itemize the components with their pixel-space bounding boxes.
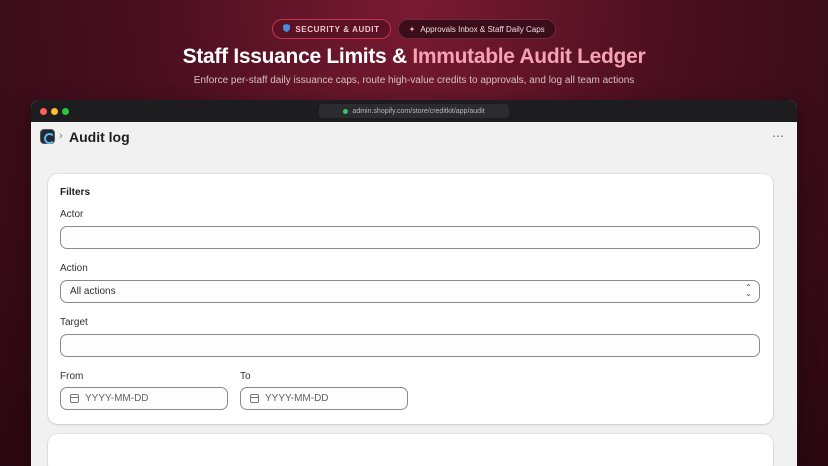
minimize-window-button[interactable] [51, 108, 58, 115]
hero-title-main: Staff Issuance Limits & [182, 45, 413, 68]
hero-section: SECURITY & AUDIT ✦ Approvals Inbox & Sta… [0, 0, 828, 100]
actor-label: Actor [60, 209, 84, 220]
from-date-placeholder: YYYY-MM-DD [85, 393, 149, 404]
filters-title: Filters [60, 187, 91, 198]
secure-lock-icon [343, 108, 349, 114]
feature-badge-label: Approvals Inbox & Staff Daily Caps [420, 24, 545, 34]
hero-title-accent: Immutable Audit Ledger [412, 45, 646, 68]
calendar-icon [70, 394, 79, 403]
browser-chrome: admin.shopify.com/store/creditkit/app/au… [31, 100, 797, 122]
to-date-placeholder: YYYY-MM-DD [265, 393, 329, 404]
feature-badge: ✦ Approvals Inbox & Staff Daily Caps [397, 19, 556, 39]
calendar-icon [250, 394, 259, 403]
action-label: Action [60, 263, 88, 274]
maximize-window-button[interactable] [62, 108, 69, 115]
audit-results-card [48, 434, 773, 466]
target-input[interactable] [60, 334, 760, 357]
from-label: From [60, 371, 84, 382]
address-bar[interactable]: admin.shopify.com/store/creditkit/app/au… [319, 104, 509, 118]
action-select-value: All actions [70, 286, 116, 297]
app-logo-icon[interactable] [40, 129, 55, 144]
address-url: admin.shopify.com/store/creditkit/app/au… [352, 107, 485, 115]
sparkle-icon: ✦ [408, 24, 416, 34]
chevron-up-down-icon: ⌃ ⌄ [745, 283, 752, 298]
target-label: Target [60, 317, 88, 328]
security-audit-badge: SECURITY & AUDIT [272, 19, 391, 39]
security-audit-badge-label: SECURITY & AUDIT [295, 24, 380, 34]
action-select[interactable]: All actions ⌃ ⌄ [60, 280, 760, 303]
filters-card: Filters Actor Action All actions ⌃ ⌄ Targ… [48, 174, 773, 424]
more-actions-icon[interactable]: ⋯ [772, 129, 785, 143]
chevron-right-icon: › [59, 130, 63, 142]
hero-subtitle: Enforce per-staff daily issuance caps, r… [193, 75, 635, 86]
page-title: Audit log [69, 129, 130, 145]
close-window-button[interactable] [40, 108, 47, 115]
app-header: › Audit log ⋯ [31, 122, 797, 154]
to-date-input[interactable]: YYYY-MM-DD [240, 387, 408, 410]
actor-input[interactable] [60, 226, 760, 249]
shield-icon [283, 24, 291, 34]
to-label: To [240, 371, 251, 382]
hero-badges: SECURITY & AUDIT ✦ Approvals Inbox & Sta… [0, 19, 828, 39]
hero-title: Staff Issuance Limits & Immutable Audit … [0, 45, 828, 69]
browser-window: admin.shopify.com/store/creditkit/app/au… [31, 100, 797, 466]
from-date-input[interactable]: YYYY-MM-DD [60, 387, 228, 410]
